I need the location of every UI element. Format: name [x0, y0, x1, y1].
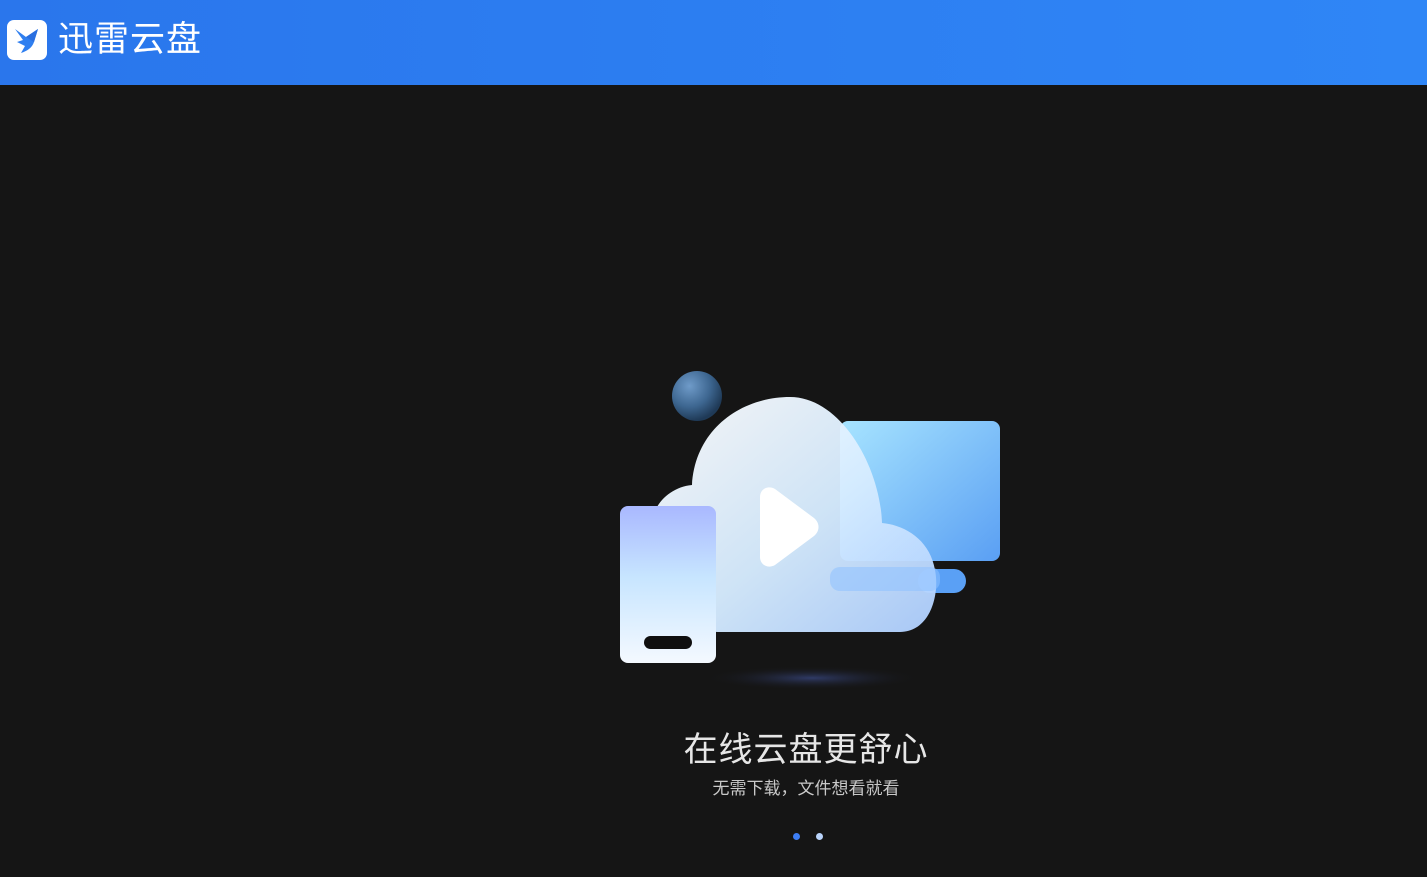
- cloud-video-devices-illustration: [600, 355, 1020, 715]
- brand-name: 迅雷云盘: [58, 20, 203, 60]
- pagination-dot-1[interactable]: [793, 832, 800, 840]
- top-bar: 迅雷云盘: [0, 0, 1427, 85]
- slide-title: 在线云盘更舒心: [683, 730, 929, 770]
- thunder-bird-logo-icon: [7, 20, 47, 60]
- carousel-pagination: [786, 830, 830, 842]
- slide-subtitle: 无需下载，文件想看就看: [712, 779, 900, 799]
- pagination-dot-2[interactable]: [816, 832, 823, 840]
